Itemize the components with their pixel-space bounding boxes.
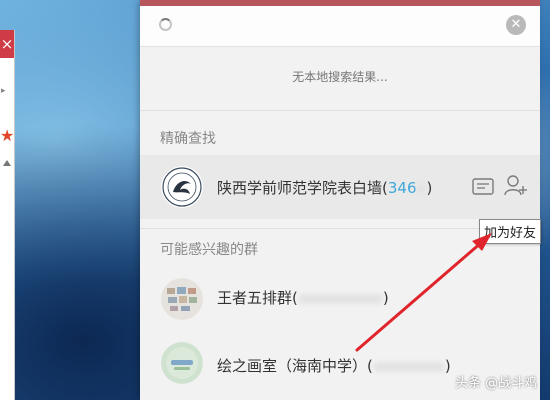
annotation-arrow: [355, 233, 492, 352]
watermark: 头条 @战斗鸡: [455, 376, 538, 391]
